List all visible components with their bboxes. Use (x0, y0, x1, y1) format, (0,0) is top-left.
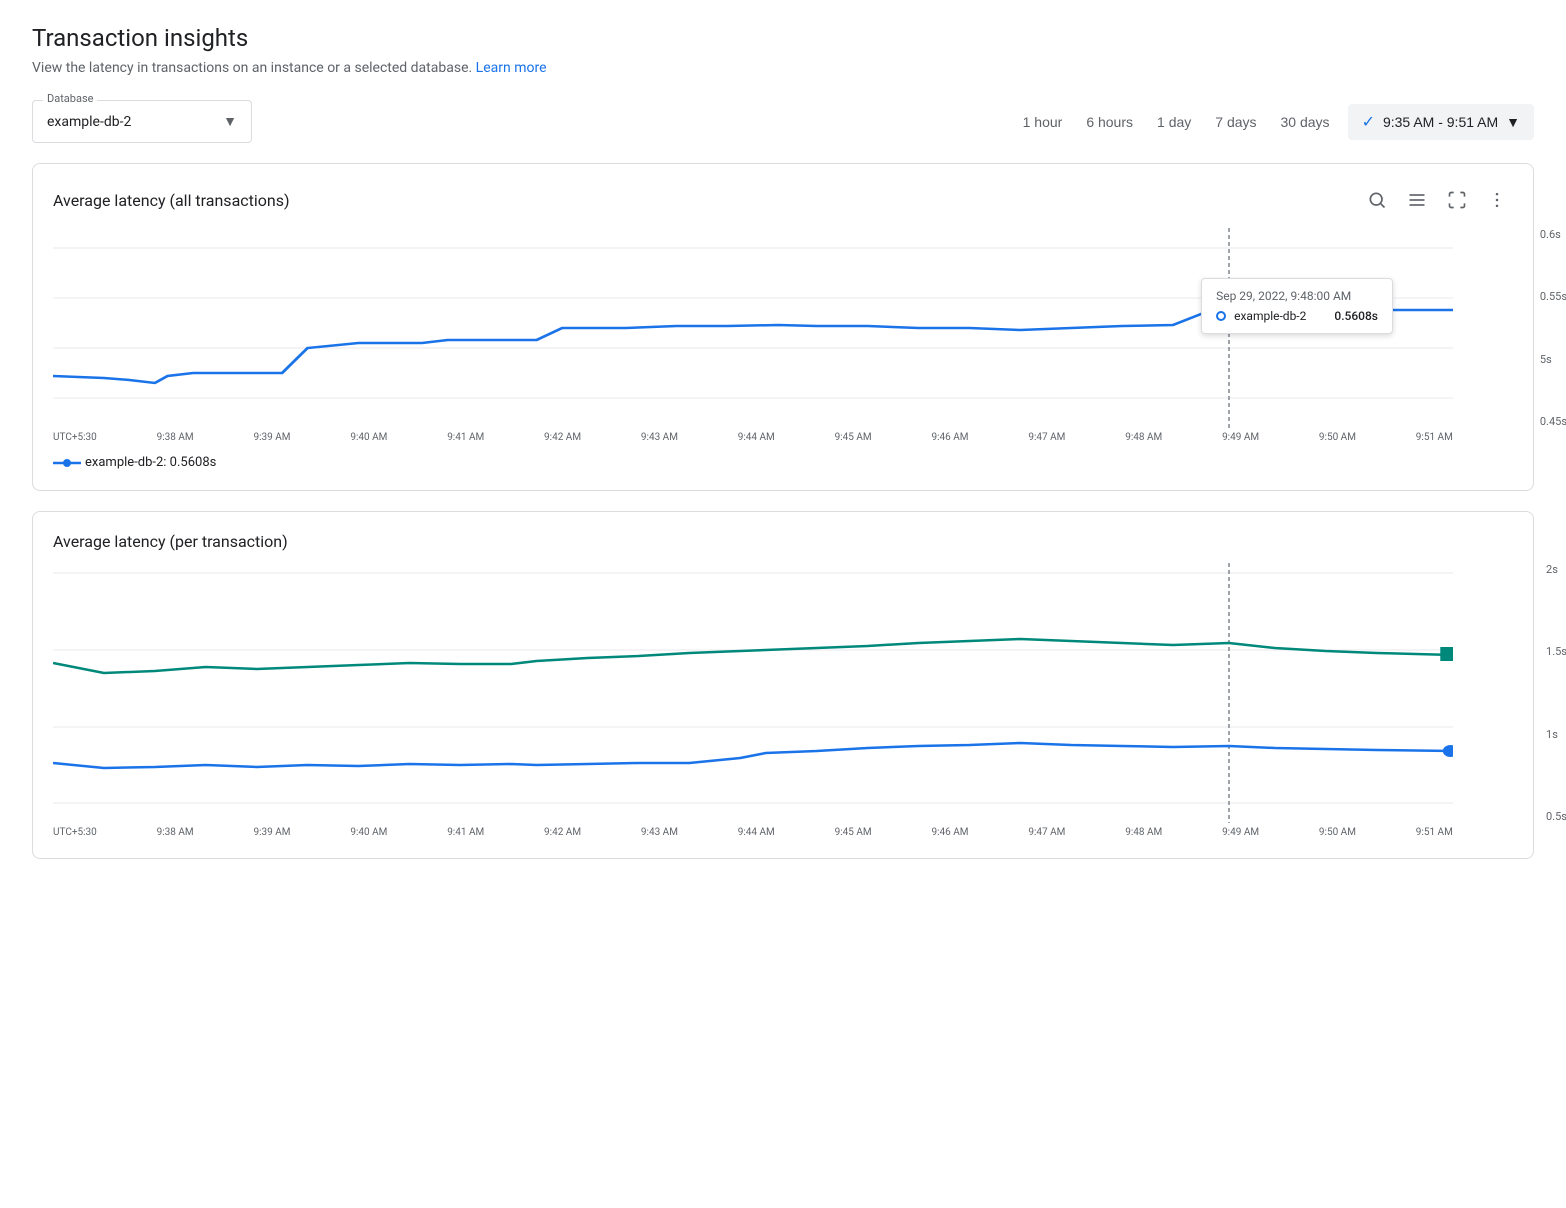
x-label: 9:51 AM (1416, 432, 1453, 443)
chevron-down-icon: ▼ (1506, 114, 1520, 130)
chart1-tooltip: Sep 29, 2022, 9:48:00 AM example-db-2 0.… (1201, 278, 1393, 334)
chart1-x-labels: UTC+5:30 9:38 AM 9:39 AM 9:40 AM 9:41 AM… (53, 432, 1453, 443)
y-label: 0.5s (1546, 810, 1566, 823)
database-label: Database (43, 92, 97, 105)
x-label: 9:39 AM (253, 827, 290, 838)
x-label: 9:45 AM (835, 432, 872, 443)
x-label: UTC+5:30 (53, 827, 97, 838)
database-select-wrapper: Database example-db-2 ▼ (32, 100, 252, 143)
chart1-legend: example-db-2: 0.5608s (53, 455, 1513, 470)
chart2-card: Average latency (per transaction) (32, 511, 1534, 859)
x-label: 9:46 AM (931, 827, 968, 838)
fullscreen-icon[interactable] (1441, 184, 1473, 216)
x-label: 9:47 AM (1028, 432, 1065, 443)
chart1-svg-area: Sep 29, 2022, 9:48:00 AM example-db-2 0.… (53, 228, 1453, 428)
tooltip-dot (1216, 311, 1226, 321)
x-label: 9:46 AM (931, 432, 968, 443)
y-label: 0.6s (1540, 228, 1566, 241)
x-label: 9:43 AM (641, 432, 678, 443)
x-label: 9:42 AM (544, 432, 581, 443)
legend-item: example-db-2: 0.5608s (53, 455, 216, 470)
x-label: 9:49 AM (1222, 432, 1259, 443)
chart1-icons (1361, 184, 1513, 216)
chart1-title: Average latency (all transactions) (53, 191, 290, 210)
more-icon[interactable] (1481, 184, 1513, 216)
chart1-y-labels: 0.6s 0.55s 5s 0.45s (1536, 228, 1566, 428)
x-label: 9:38 AM (157, 827, 194, 838)
x-label: 9:45 AM (835, 827, 872, 838)
x-label: 9:51 AM (1416, 827, 1453, 838)
time-7days-button[interactable]: 7 days (1209, 110, 1262, 134)
chevron-down-icon: ▼ (223, 113, 237, 130)
x-label: 9:50 AM (1319, 827, 1356, 838)
tooltip-date: Sep 29, 2022, 9:48:00 AM (1216, 289, 1378, 303)
tooltip-series: example-db-2 (1234, 309, 1306, 323)
x-label: 9:44 AM (738, 827, 775, 838)
y-label: 5s (1540, 353, 1566, 366)
chart1-header: Average latency (all transactions) (53, 184, 1513, 216)
chart2-title: Average latency (per transaction) (53, 532, 288, 551)
time-1day-button[interactable]: 1 day (1151, 110, 1197, 134)
time-1hour-button[interactable]: 1 hour (1017, 110, 1069, 134)
x-label: 9:39 AM (253, 432, 290, 443)
controls-row: Database example-db-2 ▼ 1 hour 6 hours 1… (32, 100, 1534, 143)
x-label: 9:38 AM (157, 432, 194, 443)
x-label: 9:50 AM (1319, 432, 1356, 443)
chart1-area: Sep 29, 2022, 9:48:00 AM example-db-2 0.… (53, 228, 1513, 428)
y-label: 2s (1546, 563, 1566, 576)
learn-more-link[interactable]: Learn more (476, 60, 547, 76)
chart2-area: 2s 1.5s 1s 0.5s (53, 563, 1513, 823)
x-label: 9:48 AM (1125, 827, 1162, 838)
x-label: UTC+5:30 (53, 432, 97, 443)
x-label: 9:48 AM (1125, 432, 1162, 443)
database-select[interactable]: example-db-2 ▼ (33, 101, 251, 142)
x-label: 9:41 AM (447, 432, 484, 443)
chart2-y-labels: 2s 1.5s 1s 0.5s (1542, 563, 1566, 823)
y-label: 1.5s (1546, 645, 1566, 658)
x-label: 9:40 AM (350, 827, 387, 838)
search-icon[interactable] (1361, 184, 1393, 216)
x-label: 9:43 AM (641, 827, 678, 838)
time-6hours-button[interactable]: 6 hours (1080, 110, 1139, 134)
chart2-header: Average latency (per transaction) (53, 532, 1513, 551)
chart2-x-labels: UTC+5:30 9:38 AM 9:39 AM 9:40 AM 9:41 AM… (53, 827, 1453, 838)
x-label: 9:49 AM (1222, 827, 1259, 838)
tooltip-value: 0.5608s (1314, 309, 1378, 323)
time-30days-button[interactable]: 30 days (1275, 110, 1336, 134)
time-range-button[interactable]: ✓ 9:35 AM - 9:51 AM ▼ (1348, 104, 1534, 140)
database-value: example-db-2 (47, 114, 131, 130)
tooltip-row: example-db-2 0.5608s (1216, 309, 1378, 323)
y-label: 0.55s (1540, 290, 1566, 303)
x-label: 9:41 AM (447, 827, 484, 838)
chart2-svg-area (53, 563, 1453, 823)
x-label: 9:42 AM (544, 827, 581, 838)
y-label: 1s (1546, 728, 1566, 741)
legend-label: example-db-2: 0.5608s (85, 455, 216, 470)
chart1-card: Average latency (all transactions) (32, 163, 1534, 491)
page-subtitle: View the latency in transactions on an i… (32, 60, 1534, 76)
legend-icon[interactable] (1401, 184, 1433, 216)
y-label: 0.45s (1540, 415, 1566, 428)
check-icon: ✓ (1362, 112, 1375, 132)
x-label: 9:40 AM (350, 432, 387, 443)
time-range-value: 9:35 AM - 9:51 AM (1383, 114, 1498, 130)
x-label: 9:47 AM (1028, 827, 1065, 838)
x-label: 9:44 AM (738, 432, 775, 443)
page-title: Transaction insights (32, 24, 1534, 52)
time-controls: 1 hour 6 hours 1 day 7 days 30 days ✓ 9:… (1017, 104, 1534, 140)
